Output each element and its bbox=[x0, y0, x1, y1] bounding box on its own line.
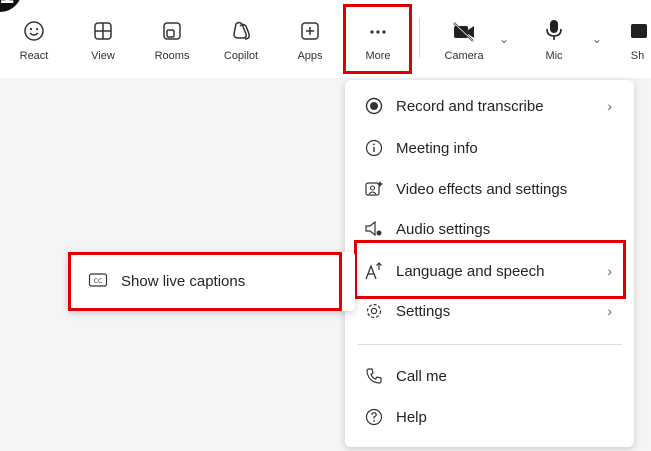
show-live-captions-item[interactable]: CC Show live captions bbox=[68, 252, 355, 311]
smiley-icon bbox=[23, 8, 45, 42]
ellipsis-icon bbox=[367, 8, 389, 42]
toolbar-divider bbox=[419, 18, 420, 58]
info-icon bbox=[364, 138, 384, 158]
more-button[interactable]: More bbox=[351, 8, 405, 74]
show-live-captions-label: Show live captions bbox=[121, 273, 246, 290]
grid-icon bbox=[92, 8, 114, 42]
rooms-button[interactable]: Rooms bbox=[146, 8, 198, 74]
menu-item-language-and-speech[interactable]: Language and speech › bbox=[345, 252, 634, 290]
more-menu: Record and transcribe › Meeting info Vid… bbox=[345, 80, 634, 447]
mic-icon bbox=[543, 8, 565, 42]
svg-text:CC: CC bbox=[93, 277, 103, 285]
menu-item-label: Meeting info bbox=[396, 139, 478, 157]
apps-button[interactable]: Apps bbox=[288, 8, 332, 74]
menu-item-call-me[interactable]: Call me bbox=[345, 357, 634, 395]
copilot-button[interactable]: Copilot bbox=[213, 8, 269, 74]
menu-item-label: Settings bbox=[396, 302, 451, 320]
record-icon bbox=[364, 96, 384, 116]
camera-options-chevron-icon[interactable]: ⌄ bbox=[499, 32, 509, 46]
copilot-icon bbox=[229, 8, 253, 42]
menu-item-help[interactable]: Help bbox=[345, 398, 634, 436]
menu-item-record-and-transcribe[interactable]: Record and transcribe › bbox=[345, 87, 634, 125]
menu-item-label: Audio settings bbox=[396, 220, 491, 238]
camera-button[interactable]: Camera bbox=[438, 8, 490, 74]
gear-icon bbox=[364, 301, 384, 321]
share-button[interactable]: Sh bbox=[624, 8, 651, 74]
speaker-settings-icon bbox=[364, 219, 384, 239]
menu-item-label: Language and speech bbox=[396, 262, 545, 280]
copilot-label: Copilot bbox=[223, 50, 259, 62]
menu-item-audio-settings[interactable]: Audio settings bbox=[345, 210, 634, 248]
view-label: View bbox=[91, 50, 115, 62]
rooms-label: Rooms bbox=[154, 50, 190, 62]
phone-icon bbox=[364, 366, 384, 386]
menu-item-meeting-info[interactable]: Meeting info bbox=[345, 129, 634, 167]
react-label: React bbox=[19, 50, 49, 62]
menu-item-settings[interactable]: Settings › bbox=[345, 292, 634, 330]
camera-label: Camera bbox=[444, 50, 484, 62]
menu-item-label: Record and transcribe bbox=[396, 97, 544, 115]
menu-item-video-effects[interactable]: Video effects and settings bbox=[345, 170, 634, 208]
help-icon bbox=[364, 407, 384, 427]
closed-captions-icon: CC bbox=[88, 272, 108, 292]
meeting-toolbar: 1 React View Rooms Copilot Apps Mor bbox=[0, 0, 651, 78]
share-icon bbox=[627, 8, 649, 42]
language-icon bbox=[364, 261, 384, 281]
share-label: Sh bbox=[630, 50, 645, 62]
more-label: More bbox=[365, 50, 391, 62]
mic-button[interactable]: Mic bbox=[534, 8, 574, 74]
rooms-icon bbox=[161, 8, 183, 42]
chevron-right-icon: › bbox=[607, 98, 612, 114]
language-submenu: CC Show live captions bbox=[68, 252, 355, 311]
mic-label: Mic bbox=[545, 50, 563, 62]
menu-item-label: Help bbox=[396, 408, 427, 426]
chevron-right-icon: › bbox=[607, 263, 612, 279]
menu-item-label: Call me bbox=[396, 367, 447, 385]
react-button[interactable]: React bbox=[14, 8, 54, 74]
view-button[interactable]: View bbox=[83, 8, 123, 74]
chevron-right-icon: › bbox=[607, 303, 612, 319]
mic-options-chevron-icon[interactable]: ⌄ bbox=[592, 32, 602, 46]
add-app-icon bbox=[299, 8, 321, 42]
menu-item-label: Video effects and settings bbox=[396, 180, 568, 198]
camera-off-icon bbox=[451, 8, 477, 42]
video-effects-icon bbox=[364, 179, 384, 199]
menu-divider bbox=[357, 344, 622, 345]
apps-label: Apps bbox=[297, 50, 323, 62]
